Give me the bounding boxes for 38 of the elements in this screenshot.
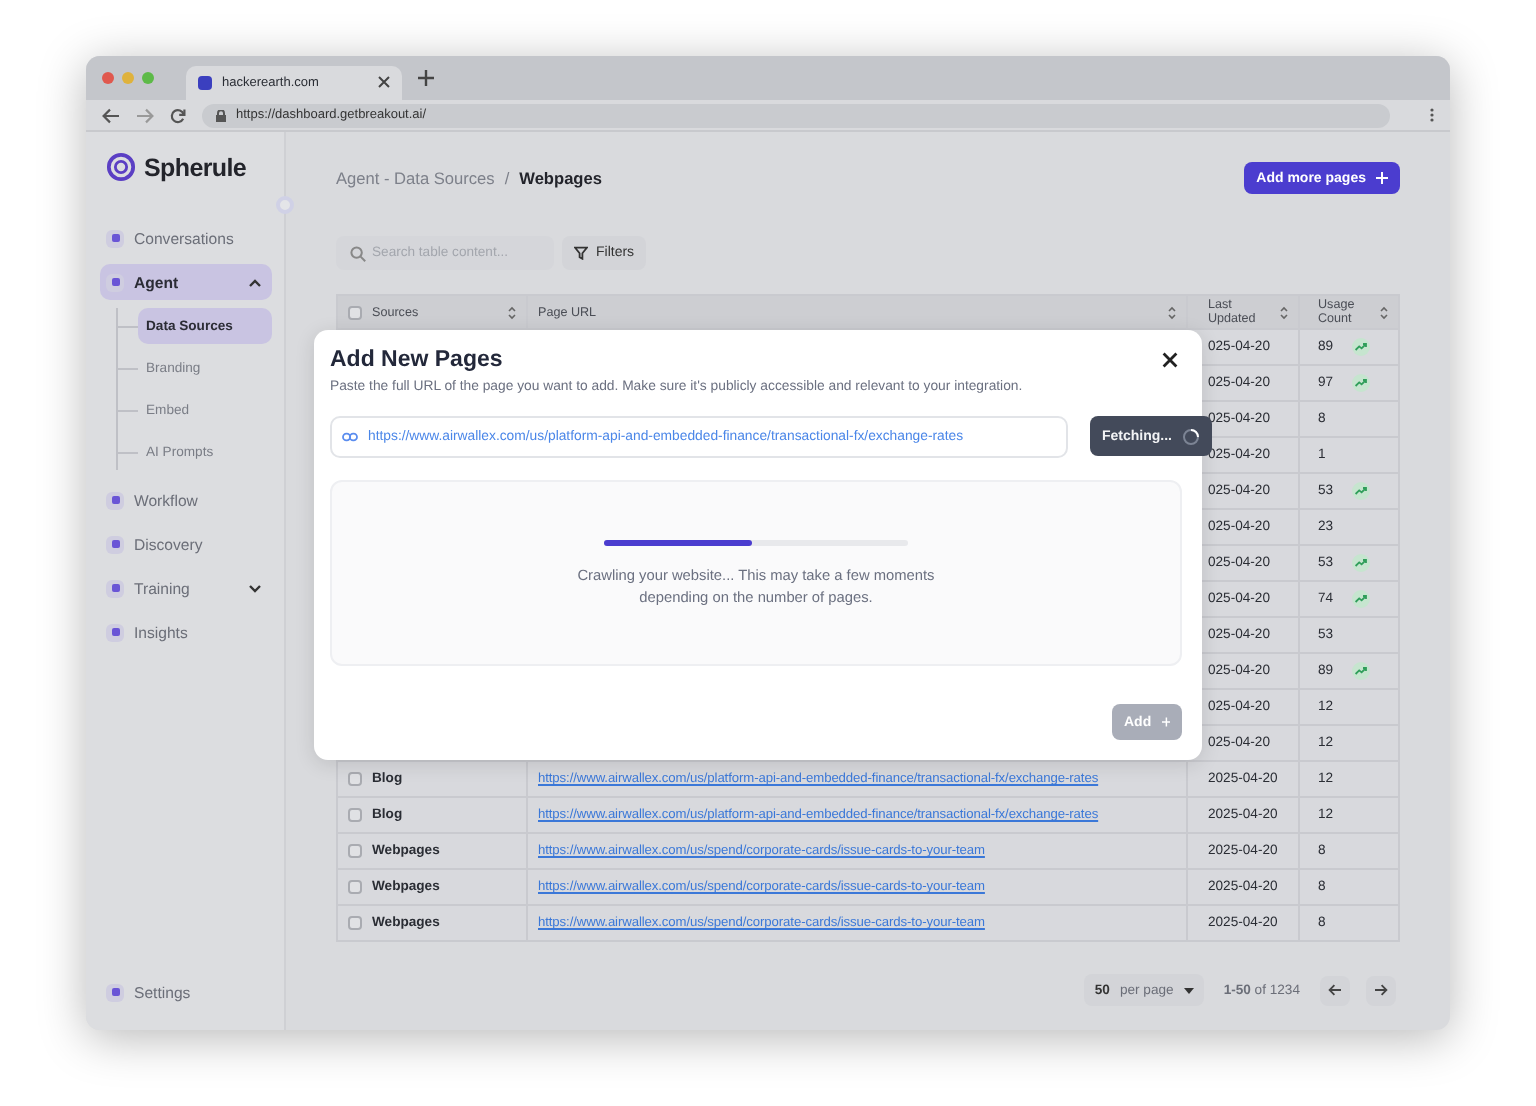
arrow-right-icon xyxy=(1374,984,1388,996)
row-checkbox[interactable] xyxy=(348,916,362,930)
favicon-icon xyxy=(198,76,212,90)
chevron-icon[interactable] xyxy=(248,277,262,287)
arrow-left-icon xyxy=(1328,984,1342,996)
breadcrumb-link[interactable]: Agent - Data Sources xyxy=(336,168,495,188)
logo-text: Spherule xyxy=(144,153,247,181)
row-checkbox[interactable] xyxy=(348,844,362,858)
next-page-button[interactable] xyxy=(1366,975,1396,1005)
close-tab-icon[interactable] xyxy=(378,75,390,91)
logo-icon xyxy=(106,152,136,182)
select-all-checkbox[interactable] xyxy=(348,305,362,319)
row-checkbox[interactable] xyxy=(348,808,362,822)
breadcrumb-current: Webpages xyxy=(519,168,602,188)
dialog-title: Add New Pages xyxy=(330,348,503,372)
chevron-icon[interactable] xyxy=(248,583,262,593)
previous-page-button[interactable] xyxy=(1320,975,1350,1005)
sort-icon[interactable] xyxy=(1168,305,1176,319)
row-checkbox[interactable] xyxy=(348,772,362,786)
filter-icon xyxy=(574,246,588,260)
back-icon[interactable] xyxy=(102,107,120,123)
row-checkbox[interactable] xyxy=(348,880,362,894)
search-icon xyxy=(350,245,366,261)
sort-icon[interactable] xyxy=(508,305,516,319)
forward-icon[interactable] xyxy=(136,107,154,123)
reload-icon[interactable] xyxy=(170,107,186,123)
breadcrumb-separator: / xyxy=(504,168,510,188)
plus-icon xyxy=(1376,172,1388,184)
lock-icon xyxy=(216,109,226,121)
plus-icon xyxy=(1161,716,1170,728)
sort-icon[interactable] xyxy=(1380,305,1388,319)
caret-icon xyxy=(1183,987,1194,993)
new-tab-icon[interactable] xyxy=(418,70,434,86)
close-icon[interactable] xyxy=(1162,352,1178,368)
close-window-icon[interactable] xyxy=(102,72,114,84)
spinner-icon xyxy=(1182,427,1200,445)
link-icon xyxy=(342,432,358,442)
sort-icon[interactable] xyxy=(1280,305,1288,319)
